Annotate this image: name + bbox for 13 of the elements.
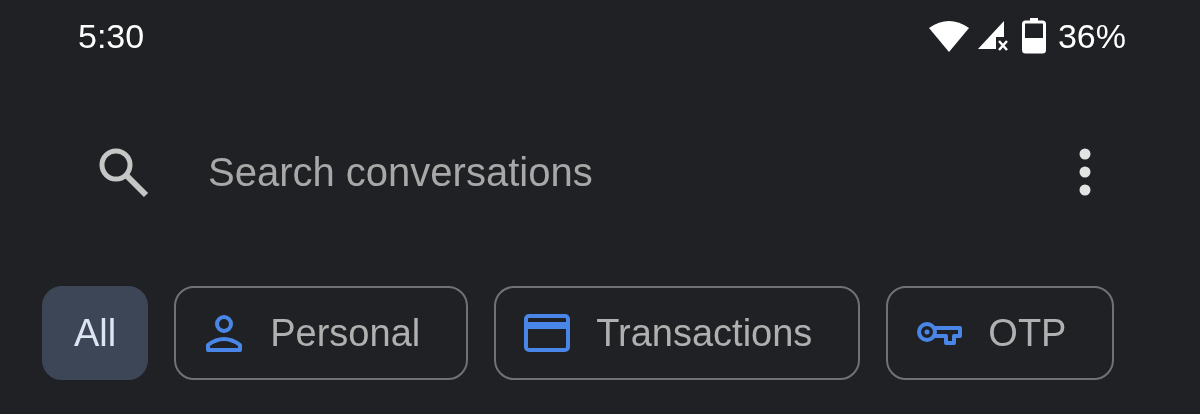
person-icon [204,313,245,353]
key-icon [916,319,963,347]
filter-chip[interactable]: Transactions [494,286,861,380]
search-field[interactable]: Search conversations [208,149,1078,195]
battery-icon [1021,18,1046,54]
battery-percentage: 36% [1057,16,1126,56]
filter-chip[interactable]: Personal [174,286,469,380]
filter-chip[interactable]: All [42,286,149,380]
status-time: 5:30 [78,16,145,56]
wifi-icon [927,20,970,52]
more-options-icon[interactable] [1078,148,1092,196]
filter-chip[interactable]: OTP [886,286,1115,380]
credit-card-icon [524,314,571,352]
